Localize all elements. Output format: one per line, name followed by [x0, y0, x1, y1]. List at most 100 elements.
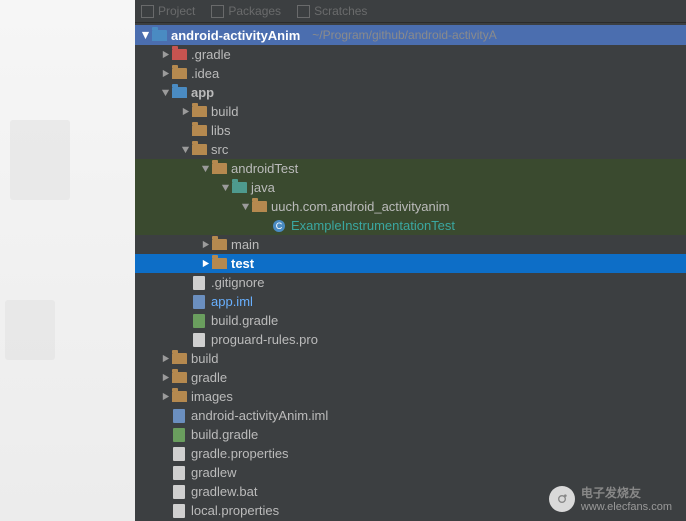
- project-tree[interactable]: android-activityAnim ~/Program/github/an…: [135, 23, 686, 521]
- folder-icon: [171, 371, 187, 385]
- dir-libs[interactable]: libs: [135, 121, 686, 140]
- file-icon: [171, 447, 187, 461]
- tree-item-label: java: [251, 180, 281, 195]
- file-icon: [171, 504, 187, 518]
- tree-item-label: app: [191, 85, 220, 100]
- tree-item-label: uuch.com.android_activityanim: [271, 199, 455, 214]
- folder-icon: [191, 124, 207, 138]
- tree-item-label: app.iml: [211, 294, 259, 309]
- svg-text:C: C: [276, 221, 283, 231]
- collapse-arrow-icon[interactable]: [159, 87, 171, 99]
- folder-icon: [191, 105, 207, 119]
- tree-item-label: build: [191, 351, 224, 366]
- tree-item-label: build: [211, 104, 244, 119]
- class-icon: C: [271, 219, 287, 233]
- folder-icon: [171, 352, 187, 366]
- module-app[interactable]: app: [135, 83, 686, 102]
- tree-item-label: build.gradle: [211, 313, 284, 328]
- module-folder-icon: [171, 86, 187, 100]
- file-gradle-props[interactable]: gradle.properties: [135, 444, 686, 463]
- collapse-arrow-icon[interactable]: [199, 163, 211, 175]
- dir-java[interactable]: java: [135, 178, 686, 197]
- expand-arrow-icon[interactable]: [199, 239, 211, 251]
- file-root-build-gradle[interactable]: build.gradle: [135, 425, 686, 444]
- watermark-logo-icon: [549, 486, 575, 512]
- expand-arrow-icon[interactable]: [159, 372, 171, 384]
- tree-item-label: gradle.properties: [191, 446, 295, 461]
- file-app-build-gradle[interactable]: build.gradle: [135, 311, 686, 330]
- tree-item-label: android-activityAnim.iml: [191, 408, 334, 423]
- module-icon: [151, 28, 167, 42]
- expand-arrow-icon[interactable]: [159, 353, 171, 365]
- collapse-arrow-icon[interactable]: [219, 182, 231, 194]
- tree-item-label: build.gradle: [191, 427, 264, 442]
- expand-arrow-icon[interactable]: [159, 391, 171, 403]
- file-icon: [191, 276, 207, 290]
- dir-src[interactable]: src: [135, 140, 686, 159]
- dir-androidtest[interactable]: androidTest: [135, 159, 686, 178]
- file-icon: [171, 466, 187, 480]
- expand-arrow-icon[interactable]: [159, 49, 171, 61]
- tab-project[interactable]: Project: [141, 4, 195, 18]
- tree-item-label: src: [211, 142, 234, 157]
- tree-root[interactable]: android-activityAnim ~/Program/github/an…: [135, 25, 686, 45]
- ide-project-panel: Project Packages Scratches android-activ…: [135, 0, 686, 521]
- dir-gradle[interactable]: gradle: [135, 368, 686, 387]
- expand-arrow-icon[interactable]: [139, 29, 151, 41]
- folder-icon: [171, 390, 187, 404]
- expand-arrow-icon[interactable]: [179, 106, 191, 118]
- dir-idea[interactable]: .idea: [135, 64, 686, 83]
- root-path: ~/Program/github/android-activityA: [312, 28, 496, 42]
- iml-file-icon: [171, 409, 187, 423]
- root-name: android-activityAnim: [171, 28, 306, 43]
- folder-icon: [171, 67, 187, 81]
- folder-icon: [191, 143, 207, 157]
- gradle-file-icon: [171, 428, 187, 442]
- folder-icon: [211, 162, 227, 176]
- file-icon: [171, 485, 187, 499]
- file-gitignore[interactable]: .gitignore: [135, 273, 686, 292]
- file-proguard[interactable]: proguard-rules.pro: [135, 330, 686, 349]
- page-background: [0, 0, 135, 521]
- tree-item-label: images: [191, 389, 239, 404]
- dir-main[interactable]: main: [135, 235, 686, 254]
- gradle-file-icon: [191, 314, 207, 328]
- tree-item-label: .gradle: [191, 47, 237, 62]
- dir-gradle-cache[interactable]: .gradle: [135, 45, 686, 64]
- collapse-arrow-icon[interactable]: [179, 144, 191, 156]
- view-tab-bar: Project Packages Scratches: [135, 0, 686, 23]
- folder-icon: [211, 257, 227, 271]
- excluded-folder-icon: [171, 48, 187, 62]
- tree-item-label: gradlew: [191, 465, 243, 480]
- iml-file-icon: [191, 295, 207, 309]
- file-gradlew[interactable]: gradlew: [135, 463, 686, 482]
- tree-item-label: androidTest: [231, 161, 304, 176]
- tab-scratches[interactable]: Scratches: [297, 4, 367, 18]
- pkg-root[interactable]: uuch.com.android_activityanim: [135, 197, 686, 216]
- dir-app-build[interactable]: build: [135, 102, 686, 121]
- folder-icon: [211, 238, 227, 252]
- dir-test[interactable]: test: [135, 254, 686, 273]
- tree-item-label: libs: [211, 123, 237, 138]
- collapse-arrow-icon[interactable]: [239, 201, 251, 213]
- tree-item-label: main: [231, 237, 265, 252]
- tab-packages[interactable]: Packages: [211, 4, 281, 18]
- source-folder-icon: [231, 181, 247, 195]
- tree-item-label: gradlew.bat: [191, 484, 264, 499]
- tree-item-label: .gitignore: [211, 275, 270, 290]
- tree-item-label: local.properties: [191, 503, 285, 518]
- expand-arrow-icon[interactable]: [159, 68, 171, 80]
- file-icon: [191, 333, 207, 347]
- file-root-iml[interactable]: android-activityAnim.iml: [135, 406, 686, 425]
- tree-item-label: test: [231, 256, 260, 271]
- expand-arrow-icon[interactable]: [199, 258, 211, 270]
- tree-item-label: gradle: [191, 370, 233, 385]
- tree-item-label: .idea: [191, 66, 225, 81]
- tree-item-label: proguard-rules.pro: [211, 332, 324, 347]
- file-app-iml[interactable]: app.iml: [135, 292, 686, 311]
- watermark: 电子发烧友 www.elecfans.com: [549, 484, 672, 513]
- dir-build[interactable]: build: [135, 349, 686, 368]
- class-example-test[interactable]: C ExampleInstrumentationTest: [135, 216, 686, 235]
- dir-images[interactable]: images: [135, 387, 686, 406]
- tree-item-label: ExampleInstrumentationTest: [291, 218, 461, 233]
